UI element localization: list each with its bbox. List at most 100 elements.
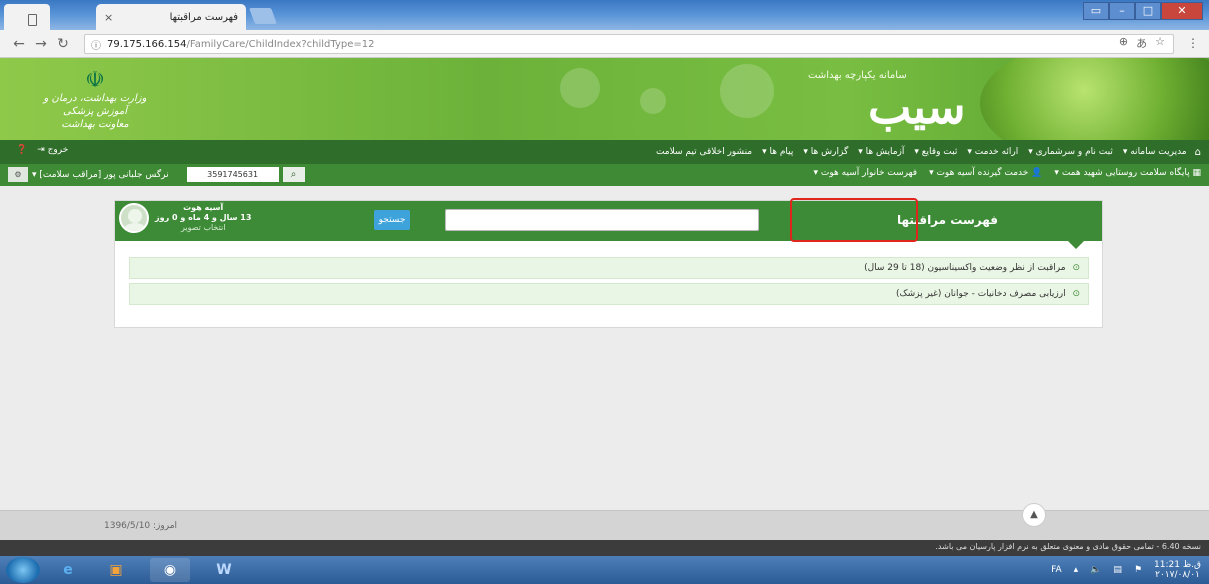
network-icon[interactable]: ▤	[1113, 565, 1122, 575]
tab-care-list[interactable]: فهرست مراقبتها ×	[96, 4, 246, 30]
start-button-icon[interactable]	[6, 557, 40, 583]
url-input[interactable]: ⓘ 79.175.166.154 /FamilyCare/ChildIndex?…	[84, 34, 1174, 54]
new-tab-button[interactable]	[249, 8, 277, 24]
reload-icon[interactable]: ↻	[52, 36, 74, 52]
nav-item-reports[interactable]: گزارش ها ▾	[803, 147, 848, 157]
document-icon	[28, 14, 37, 26]
nav-item-system-admin[interactable]: مدیریت سامانه ▾	[1123, 147, 1187, 157]
user-settings-icon[interactable]: ⚙	[8, 167, 28, 182]
clock-time: 11:21 ق.ظ	[1154, 560, 1201, 570]
clock-date: ۲۰۱۷/۰۸/۰۱	[1155, 570, 1200, 580]
subnav-item-household[interactable]: فهرست خانوار آسیه هوت ▾	[814, 168, 918, 178]
star-icon[interactable]: ☆	[1155, 35, 1165, 51]
close-window-icon[interactable]: ✕	[1161, 2, 1203, 20]
tray-arrow-icon[interactable]: ▴	[1074, 565, 1079, 575]
site-banner: ☫ وزارت بهداشت، درمان و آموزش پزشکی معاو…	[0, 58, 1209, 140]
bokeh-decoration	[720, 64, 774, 118]
scroll-top-icon[interactable]: ▲	[1022, 503, 1046, 527]
bokeh-decoration	[640, 88, 666, 114]
profile-text: آسیه هوت 13 سال و 4 ماه و 0 روز انتخاب ت…	[155, 203, 251, 233]
zoom-icon[interactable]: ⊕	[1119, 35, 1128, 51]
volume-icon[interactable]: 🔈	[1090, 565, 1101, 575]
blank-tab[interactable]	[4, 4, 50, 30]
tab-title: فهرست مراقبتها	[169, 11, 238, 23]
back-icon[interactable]: ←	[8, 36, 30, 52]
home-icon[interactable]: ⌂	[1195, 147, 1201, 158]
nav-label: ثبت نام و سرشماری	[1035, 147, 1113, 157]
today-date: امروز: 1396/5/10	[104, 521, 178, 531]
flag-icon[interactable]: ⚑	[1134, 565, 1142, 575]
expand-icon: ⊙	[1072, 289, 1080, 299]
minimize-icon[interactable]: –	[1109, 2, 1135, 20]
media-icon[interactable]: ▣	[96, 558, 136, 582]
national-code-input[interactable]: 3591745631	[186, 167, 279, 182]
version-text: نسخه 6.40 - تمامی حقوق مادی و معنوی متعل…	[935, 542, 1201, 551]
panel-header: فهرست مراقبتها جستجو آسیه هوت 13 سال و 4…	[115, 201, 1102, 241]
subnav-item-client[interactable]: 👤 خدمت گیرنده آسیه هوت ▾	[929, 168, 1042, 178]
ministry-name: وزارت بهداشت، درمان و آموزش پزشکی	[43, 93, 147, 117]
restore-icon[interactable]: ▭	[1083, 2, 1109, 20]
nav-label: ثبت وقایع	[921, 147, 958, 157]
nav-item-charter[interactable]: منشور اخلاقی تیم سلامت	[656, 147, 752, 157]
translate-icon[interactable]: あ	[1136, 35, 1147, 51]
nav-item-registration[interactable]: ثبت نام و سرشماری ▾	[1028, 147, 1113, 157]
url-host: 79.175.166.154	[107, 38, 187, 50]
search-button[interactable]: جستجو	[374, 210, 410, 230]
windows-taskbar: e ▣ ◉ W FA ▴ 🔈 ▤ ⚑ 11:21 ق.ظ ۲۰۱۷/۰۸/۰۱	[0, 556, 1209, 584]
nav-item-messages[interactable]: پیام ها ▾	[762, 147, 793, 157]
omnibox-actions: ⊕ あ ☆	[1119, 35, 1165, 51]
url-path: /FamilyCare/ChildIndex?childType=12	[186, 38, 375, 50]
nav-item-events[interactable]: ثبت وقایع ▾	[914, 147, 957, 157]
search-input[interactable]	[445, 209, 759, 231]
subnav-item-health-post[interactable]: ▦ پایگاه سلامت روستایی شهید همت ▾	[1054, 168, 1201, 178]
patient-profile: آسیه هوت 13 سال و 4 ماه و 0 روز انتخاب ت…	[119, 203, 251, 233]
logout-label: خروج	[47, 145, 69, 155]
clock[interactable]: 11:21 ق.ظ ۲۰۱۷/۰۸/۰۱	[1154, 560, 1201, 580]
avatar[interactable]	[119, 203, 149, 233]
tab-close-icon[interactable]: ×	[104, 11, 113, 24]
search-icon[interactable]: ⌕	[282, 167, 305, 182]
care-list-panel: فهرست مراقبتها جستجو آسیه هوت 13 سال و 4…	[114, 200, 1103, 328]
brand-logo: سیب	[868, 80, 966, 134]
main-navigation: ⌂ مدیریت سامانه ▾ ثبت نام و سرشماری ▾ ار…	[0, 140, 1209, 164]
subnav-label: خدمت گیرنده آسیه هوت	[936, 168, 1029, 178]
header-notch	[1068, 241, 1084, 249]
iran-emblem-icon: ☫	[85, 68, 105, 93]
address-bar: ← → ↻ ⓘ 79.175.166.154 /FamilyCare/Child…	[0, 30, 1209, 58]
care-list: ⊙ مراقبت از نظر وضعیت واکسیناسیون (18 تا…	[129, 257, 1089, 309]
subnav-label: پایگاه سلامت روستایی شهید همت	[1061, 168, 1190, 178]
user-box: ⚙ نرگس جلبانی پور [مراقب سلامت] ▾ 359174…	[8, 167, 305, 182]
maximize-icon[interactable]: □	[1135, 2, 1161, 20]
list-item[interactable]: ⊙ ارزیابی مصرف دخانیات - جوانان (غیر پزش…	[129, 283, 1089, 305]
forward-icon[interactable]: →	[30, 36, 52, 52]
chrome-icon[interactable]: ◉	[150, 558, 190, 582]
sub-navigation: ▦ پایگاه سلامت روستایی شهید همت ▾ 👤 خدمت…	[0, 164, 1209, 186]
browser-menu-icon[interactable]: ⋮	[1187, 36, 1199, 50]
copyright-bar: نسخه 6.40 - تمامی حقوق مادی و معنوی متعل…	[0, 540, 1209, 556]
ministry-logo: ☫ وزارت بهداشت، درمان و آموزش پزشکی معاو…	[40, 70, 150, 131]
window-controls: ▭ – □ ✕	[1083, 2, 1203, 20]
help-icon[interactable]: ❓	[16, 145, 27, 155]
nav-item-tests[interactable]: آزمایش ها ▾	[858, 147, 904, 157]
ministry-deputy: معاونت بهداشت	[61, 119, 129, 130]
bokeh-decoration	[560, 68, 600, 108]
content-area: فهرست مراقبتها جستجو آسیه هوت 13 سال و 4…	[0, 186, 1209, 510]
profile-age: 13 سال و 4 ماه و 0 روز	[155, 213, 252, 222]
ie-icon[interactable]: e	[48, 558, 88, 582]
list-item[interactable]: ⊙ مراقبت از نظر وضعیت واکسیناسیون (18 تا…	[129, 257, 1089, 279]
word-icon[interactable]: W	[204, 558, 244, 582]
nav-left-actions: ❓ ⇥ خروج	[16, 145, 68, 155]
choose-photo-link[interactable]: انتخاب تصویر	[155, 223, 251, 233]
language-indicator[interactable]: FA	[1051, 565, 1062, 575]
list-item-label: ارزیابی مصرف دخانیات - جوانان (غیر پزشک)	[896, 289, 1066, 299]
logout-link[interactable]: ⇥ خروج	[37, 145, 68, 155]
nav-label: پیام ها	[769, 147, 794, 157]
user-name-label: نرگس جلبانی پور [مراقب سلامت]	[39, 169, 169, 180]
user-name[interactable]: نرگس جلبانی پور [مراقب سلامت] ▾	[32, 170, 169, 180]
site-info-icon[interactable]: ⓘ	[91, 37, 101, 52]
nav-label: مدیریت سامانه	[1130, 147, 1187, 157]
nav-item-service[interactable]: ارائه خدمت ▾	[967, 147, 1018, 157]
apple-image	[980, 58, 1209, 140]
subnav-label: فهرست خانوار آسیه هوت	[820, 168, 918, 178]
nav-label: آزمایش ها	[865, 147, 905, 157]
